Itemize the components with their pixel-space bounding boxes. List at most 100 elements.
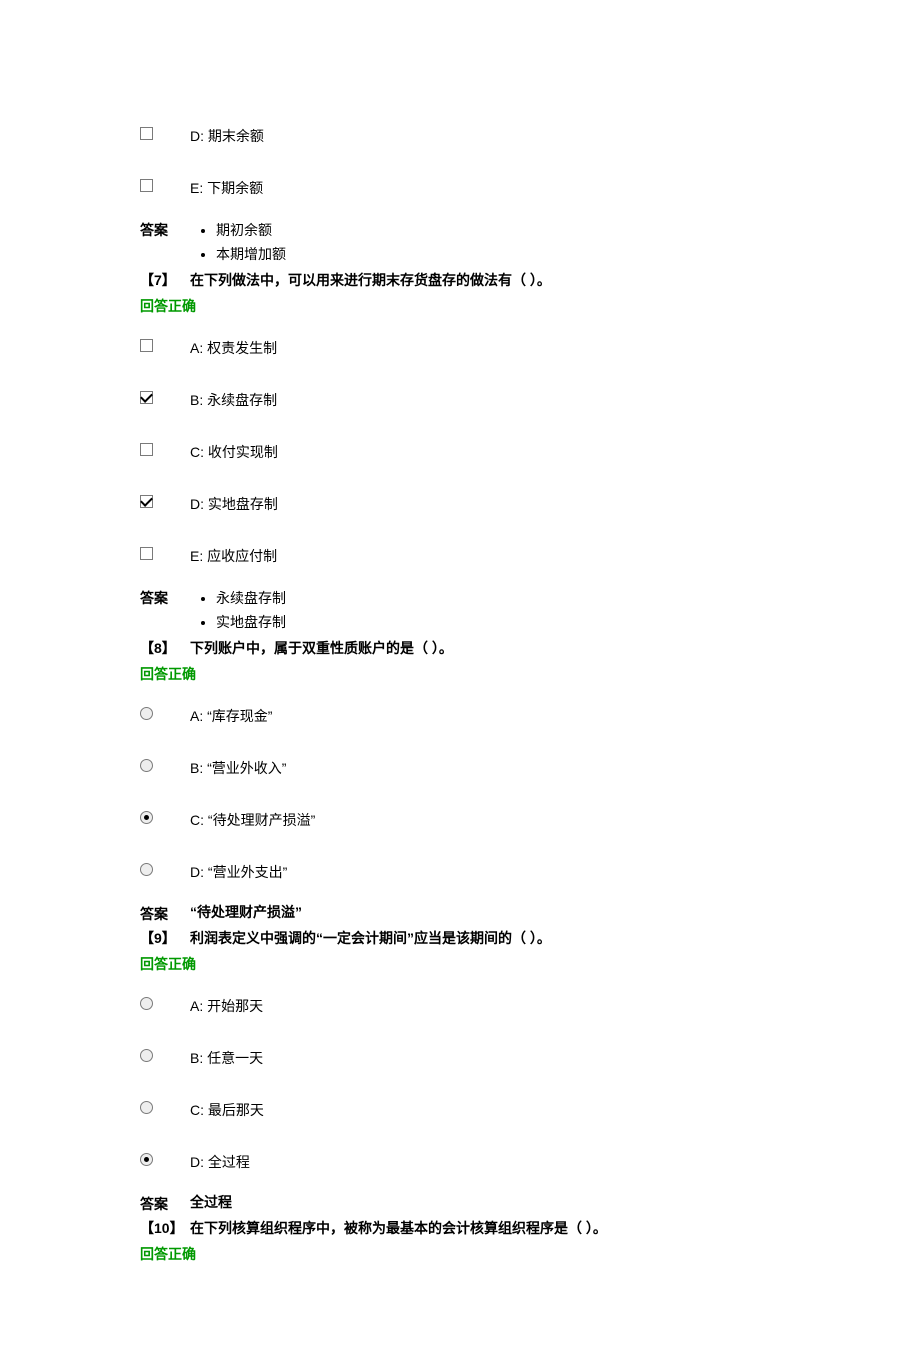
option-control [140,178,190,192]
answer-status-correct: 回答正确 [140,950,780,980]
checkbox-icon[interactable] [140,495,153,508]
option-text: E: 下期余额 [190,178,780,198]
question-number: 【10】 [140,1218,190,1238]
option-text: B: “营业外收入” [190,758,780,778]
option-control [140,494,190,508]
option-letter: A [190,998,199,1014]
radio-icon[interactable] [140,707,153,720]
checkbox-icon[interactable] [140,443,153,456]
option-control [140,1100,190,1114]
option-value: 开始那天 [207,998,263,1014]
question-header: 【8】 下列账户中，属于双重性质账户的是（ ）。 [140,636,780,660]
option-control [140,996,190,1010]
radio-icon[interactable] [140,811,153,824]
option-letter: E [190,180,199,196]
question-header: 【10】 在下列核算组织程序中，被称为最基本的会计核算组织程序是（ ）。 [140,1216,780,1240]
option-text: B: 永续盘存制 [190,390,780,410]
option-row: E: 下期余额 [140,162,780,214]
option-row: B: 任意一天 [140,1032,780,1084]
option-text: D: 全过程 [190,1152,780,1172]
option-text: A: 权责发生制 [190,338,780,358]
answer-label: 答案 [140,586,190,608]
option-value: 收付实现制 [208,444,278,460]
option-row: E: 应收应付制 [140,530,780,582]
radio-icon[interactable] [140,759,153,772]
option-value: “待处理财产损溢” [208,812,315,828]
option-text: D: 期末余额 [190,126,780,146]
question-number: 【8】 [140,638,190,658]
question-header: 【9】 利润表定义中强调的“一定会计期间”应当是该期间的（ ）。 [140,926,780,950]
option-value: 权责发生制 [207,340,277,356]
radio-icon[interactable] [140,997,153,1010]
answer-value: 全过程 [190,1192,780,1212]
option-text: B: 任意一天 [190,1048,780,1068]
checkbox-icon[interactable] [140,179,153,192]
question-text: 在下列做法中，可以用来进行期末存货盘存的做法有（ ）。 [190,270,780,290]
answer-value: “待处理财产损溢” [190,902,780,922]
option-letter: C [190,444,200,460]
option-letter: B [190,760,199,776]
checkbox-icon[interactable] [140,127,153,140]
option-value: “营业外收入” [207,760,286,776]
option-row: D: 实地盘存制 [140,478,780,530]
option-text: D: “营业外支出” [190,862,780,882]
option-value: 实地盘存制 [208,496,278,512]
option-control [140,442,190,456]
radio-icon[interactable] [140,1101,153,1114]
checkbox-icon[interactable] [140,339,153,352]
option-text: E: 应收应付制 [190,546,780,566]
option-letter: C [190,812,200,828]
option-row: A: 开始那天 [140,980,780,1032]
checkbox-icon[interactable] [140,547,153,560]
option-control [140,338,190,352]
option-value: “营业外支出” [208,864,287,880]
option-letter: D [190,496,200,512]
option-row: B: “营业外收入” [140,742,780,794]
option-text: C: 收付实现制 [190,442,780,462]
answer-list: 期初余额 本期增加额 [190,218,780,266]
option-control [140,810,190,824]
option-value: 期末余额 [208,128,264,144]
option-text: A: 开始那天 [190,996,780,1016]
option-letter: B [190,1050,199,1066]
checkbox-icon[interactable] [140,391,153,404]
answer-row: 答案 全过程 [140,1188,780,1216]
answer-label: 答案 [140,1192,190,1214]
question-header: 【7】 在下列做法中，可以用来进行期末存货盘存的做法有（ ）。 [140,268,780,292]
radio-icon[interactable] [140,1153,153,1166]
answer-status-correct: 回答正确 [140,292,780,322]
option-value: 任意一天 [207,1050,263,1066]
option-text: C: 最后那天 [190,1100,780,1120]
answer-label: 答案 [140,218,190,240]
option-control [140,862,190,876]
answer-item: 期初余额 [216,218,780,242]
option-letter: A [190,340,199,356]
option-value: 最后那天 [208,1102,264,1118]
radio-icon[interactable] [140,863,153,876]
option-row: C: 最后那天 [140,1084,780,1136]
option-row: C: “待处理财产损溢” [140,794,780,846]
option-row: C: 收付实现制 [140,426,780,478]
answer-status-correct: 回答正确 [140,1240,780,1270]
answer-row: 答案 “待处理财产损溢” [140,898,780,926]
answer-status-correct: 回答正确 [140,660,780,690]
option-row: D: “营业外支出” [140,846,780,898]
option-value: “库存现金” [207,708,272,724]
option-letter: D [190,1154,200,1170]
answer-item: 本期增加额 [216,242,780,266]
answer-row: 答案 期初余额 本期增加额 [140,214,780,268]
option-text: C: “待处理财产损溢” [190,810,780,830]
option-row: A: “库存现金” [140,690,780,742]
answer-item: 永续盘存制 [216,586,780,610]
option-control [140,1048,190,1062]
option-value: 应收应付制 [207,548,277,564]
option-control [140,706,190,720]
radio-icon[interactable] [140,1049,153,1062]
option-control [140,126,190,140]
answer-row: 答案 永续盘存制 实地盘存制 [140,582,780,636]
option-text: D: 实地盘存制 [190,494,780,514]
option-row: A: 权责发生制 [140,322,780,374]
answer-item: 实地盘存制 [216,610,780,634]
question-number: 【7】 [140,270,190,290]
option-value: 永续盘存制 [207,392,277,408]
